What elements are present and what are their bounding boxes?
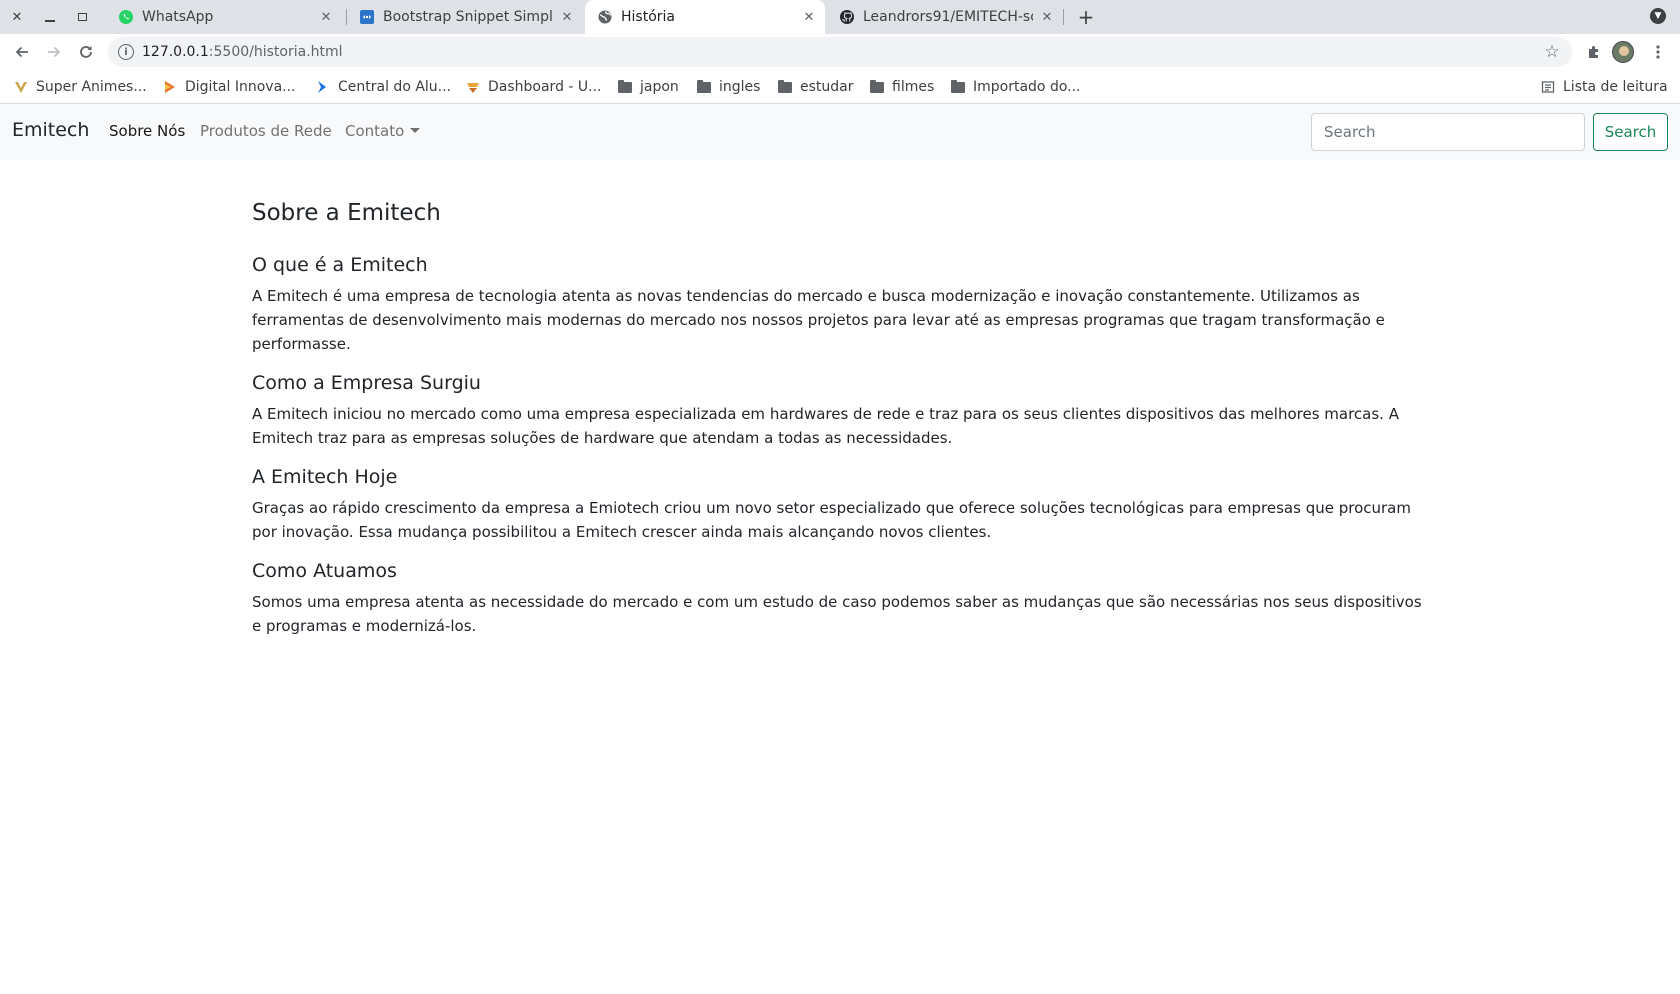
caret-down-icon	[410, 128, 421, 133]
section-paragraph: Graças ao rápido crescimento da empresa …	[252, 499, 1411, 541]
nav-link-produtos-de-rede[interactable]: Produtos de Rede	[200, 122, 332, 140]
search-button[interactable]: Search	[1593, 113, 1668, 151]
tab-bootstrap-snippet[interactable]: Bootstrap Snippet Simple ✕	[347, 0, 583, 34]
bookmark-label: Dashboard - U...	[488, 79, 602, 95]
tab-title: WhatsApp	[142, 9, 214, 25]
window-close-icon[interactable]: ✕	[7, 7, 27, 27]
bookmark-label: japon	[640, 79, 679, 95]
section-paragraph: A Emitech é uma empresa de tecnologia at…	[252, 287, 1385, 353]
address-bar[interactable]: i 127.0.0.1:5500/historia.html ☆	[108, 37, 1572, 67]
folder-icon	[778, 79, 792, 94]
bookmark-digital-innovation[interactable]: Digital Innova...	[163, 78, 296, 96]
site-info-icon[interactable]: i	[118, 44, 134, 60]
page-title: Sobre a Emitech	[252, 200, 441, 226]
tab-whatsapp[interactable]: WhatsApp ✕	[106, 0, 342, 34]
search-input[interactable]	[1311, 113, 1585, 151]
bookmarks-bar: Super Animes... Digital Innova... Centra…	[0, 70, 1680, 104]
tab-separator	[1063, 9, 1064, 25]
section-como-surgiu: Como a Empresa Surgiu A Emitech iniciou …	[252, 372, 1427, 450]
section-heading: Como a Empresa Surgiu	[252, 372, 481, 394]
section-hoje: A Emitech Hoje Graças ao rápido crescime…	[252, 466, 1427, 544]
new-tab-plus-icon[interactable]: +	[1074, 5, 1098, 29]
reading-list-button[interactable]: Lista de leitura	[1541, 78, 1668, 96]
section-paragraph: Somos uma empresa atenta as necessidade …	[252, 593, 1422, 635]
url-host: 127.0.0.1	[142, 44, 209, 60]
bookmark-central-aluno[interactable]: Central do Alu...	[316, 78, 451, 96]
section-paragraph: A Emitech iniciou no mercado como uma em…	[252, 405, 1399, 447]
bookmark-folder-ingles[interactable]: ingles	[697, 78, 760, 96]
bookmark-label: Super Animes...	[36, 79, 147, 95]
super-animes-icon	[14, 80, 28, 94]
bookmark-label: Digital Innova...	[185, 79, 296, 95]
tab-title: Leandrors91/EMITECH-so	[863, 9, 1033, 25]
tab-close-icon[interactable]: ✕	[1039, 9, 1055, 25]
section-heading: O que é a Emitech	[252, 254, 428, 276]
bookmark-label: Importado do...	[973, 79, 1081, 95]
url-path: :5500/historia.html	[208, 44, 343, 60]
bookmark-star-icon[interactable]: ☆	[1542, 42, 1562, 62]
back-arrow-icon[interactable]	[10, 40, 34, 64]
section-heading: Como Atuamos	[252, 560, 397, 582]
window-minimize-icon[interactable]	[40, 7, 60, 27]
folder-icon	[870, 79, 884, 94]
nav-dropdown-label: Contato	[345, 122, 405, 140]
folder-icon	[618, 79, 632, 94]
tab-github[interactable]: Leandrors91/EMITECH-so ✕	[827, 0, 1063, 34]
url-text[interactable]: 127.0.0.1:5500/historia.html	[142, 44, 1542, 60]
globe-icon	[597, 9, 613, 25]
reading-list-label: Lista de leitura	[1563, 79, 1668, 95]
dashboard-icon	[466, 80, 480, 94]
tab-historia[interactable]: História ✕	[585, 0, 825, 34]
folder-icon	[697, 79, 711, 94]
tab-close-icon[interactable]: ✕	[559, 9, 575, 25]
tab-close-icon[interactable]: ✕	[801, 9, 817, 25]
reload-icon[interactable]	[74, 40, 98, 64]
bookmark-label: Central do Alu...	[338, 79, 452, 95]
tab-close-icon[interactable]: ✕	[318, 9, 334, 25]
nav-link-sobre-nos[interactable]: Sobre Nós	[109, 122, 185, 140]
bookmark-dashboard[interactable]: Dashboard - U...	[466, 78, 602, 96]
tab-title: História	[621, 9, 675, 25]
bookmark-folder-estudar[interactable]: estudar	[778, 78, 854, 96]
bookmark-label: estudar	[800, 79, 854, 95]
whatsapp-icon	[118, 9, 134, 25]
tab-title: Bootstrap Snippet Simple	[383, 9, 553, 25]
tab-strip: ✕ WhatsApp ✕ Bootstrap Snippet Simple ✕ …	[0, 0, 1680, 34]
central-aluno-icon	[316, 80, 330, 94]
bookmark-label: ingles	[719, 79, 761, 95]
section-o-que-e: O que é a Emitech A Emitech é uma empres…	[252, 254, 1427, 356]
bookmark-super-animes[interactable]: Super Animes...	[14, 78, 147, 96]
github-icon	[839, 9, 855, 25]
forward-arrow-icon[interactable]	[42, 40, 66, 64]
main-content: Sobre a Emitech O que é a Emitech A Emit…	[252, 200, 1427, 654]
reading-list-icon	[1541, 80, 1555, 94]
nav-dropdown-contato[interactable]: Contato	[345, 122, 421, 140]
bookmark-folder-importado[interactable]: Importado do...	[951, 78, 1081, 96]
window-restore-icon[interactable]	[72, 7, 92, 27]
bookmark-label: filmes	[892, 79, 935, 95]
bookmark-folder-filmes[interactable]: filmes	[870, 78, 934, 96]
bookmark-folder-japon[interactable]: japon	[618, 78, 679, 96]
tab-search-chevron-icon[interactable]: ▼	[1650, 8, 1666, 24]
section-heading: A Emitech Hoje	[252, 466, 398, 488]
browser-toolbar: i 127.0.0.1:5500/historia.html ☆	[0, 34, 1680, 70]
extensions-puzzle-icon[interactable]	[1582, 40, 1606, 64]
bootstrap-snippet-icon	[359, 9, 375, 25]
section-como-atuamos: Como Atuamos Somos uma empresa atenta as…	[252, 560, 1427, 638]
site-navbar: Emitech Sobre Nós Produtos de Rede Conta…	[0, 104, 1680, 160]
folder-icon	[951, 79, 965, 94]
digital-innovation-icon	[163, 80, 177, 94]
browser-menu-kebab-icon[interactable]	[1646, 40, 1670, 64]
profile-avatar[interactable]	[1612, 41, 1634, 63]
navbar-brand[interactable]: Emitech	[12, 119, 89, 141]
